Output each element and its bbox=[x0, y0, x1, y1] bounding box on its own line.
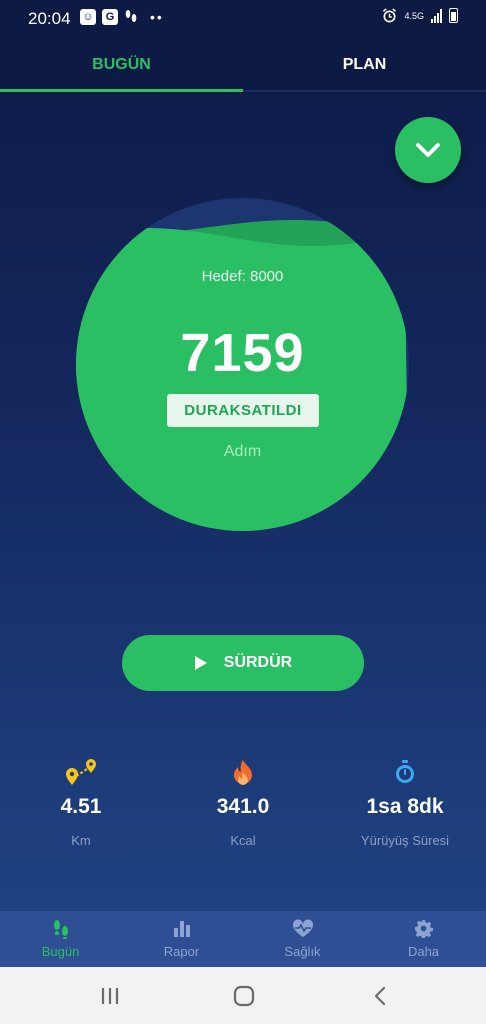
goal-label: Hedef: 8000 bbox=[201, 268, 284, 285]
nav-today-label: Bugün bbox=[41, 944, 80, 959]
paused-badge: DURAKSATILDI bbox=[167, 394, 319, 427]
fire-icon bbox=[234, 760, 252, 785]
expand-button[interactable] bbox=[395, 117, 461, 183]
footsteps-notification-icon bbox=[125, 10, 137, 22]
stopwatch-icon bbox=[396, 760, 414, 783]
nav-more[interactable]: Daha bbox=[363, 911, 484, 967]
status-bar: 20:04 ☺ G •• 4.5G bbox=[0, 0, 486, 36]
distance-value: 4.51 bbox=[60, 795, 102, 818]
step-progress-circle: Hedef: 8000 7159 DURAKSATILDI Adım bbox=[76, 198, 409, 531]
status-time: 20:04 bbox=[28, 9, 71, 28]
back-button[interactable] bbox=[340, 967, 420, 1024]
resume-button[interactable]: SÜRDÜR bbox=[122, 635, 364, 691]
cat-app-icon: ☺ bbox=[80, 9, 96, 25]
calories-value: 341.0 bbox=[216, 795, 270, 818]
network-type: 4.5G bbox=[404, 10, 424, 21]
more-notifications-icon: •• bbox=[150, 9, 164, 25]
nav-more-label: Daha bbox=[407, 944, 440, 959]
footsteps-icon bbox=[53, 920, 68, 939]
nav-health[interactable]: Sağlık bbox=[242, 911, 363, 967]
tab-divider bbox=[243, 90, 486, 92]
chevron-down-icon bbox=[416, 143, 440, 157]
system-navigation-bar bbox=[0, 967, 486, 1024]
top-tabs: BUGÜN PLAN bbox=[0, 36, 486, 94]
step-count: 7159 bbox=[180, 323, 305, 383]
walk-time-value: 1sa 8dk bbox=[366, 795, 444, 818]
tab-today[interactable]: BUGÜN bbox=[0, 36, 243, 94]
recent-apps-button[interactable] bbox=[70, 967, 150, 1024]
bottom-navigation: Bugün Rapor Sağlık Daha bbox=[0, 911, 486, 967]
stat-walk-time: 1sa 8dk Yürüyüş Süresi bbox=[324, 757, 486, 848]
resume-label: SÜRDÜR bbox=[223, 654, 293, 671]
nav-today[interactable]: Bugün bbox=[0, 911, 121, 967]
calories-label: Kcal bbox=[230, 833, 256, 848]
home-button[interactable] bbox=[204, 967, 284, 1024]
battery-icon bbox=[449, 8, 458, 23]
nav-report-label: Rapor bbox=[163, 944, 200, 959]
nav-report[interactable]: Rapor bbox=[121, 911, 242, 967]
home-icon bbox=[233, 985, 255, 1006]
tab-plan[interactable]: PLAN bbox=[243, 36, 486, 94]
recent-apps-icon bbox=[101, 987, 119, 1004]
heart-pulse-icon bbox=[292, 919, 313, 937]
stat-calories: 341.0 Kcal bbox=[162, 757, 324, 848]
gear-icon bbox=[414, 919, 433, 938]
back-icon bbox=[374, 986, 386, 1005]
signal-icon bbox=[431, 8, 442, 23]
bar-chart-icon bbox=[173, 921, 190, 937]
tab-indicator bbox=[0, 89, 243, 92]
nav-health-label: Sağlık bbox=[284, 944, 321, 959]
location-route-icon bbox=[66, 759, 96, 785]
step-unit-label: Adım bbox=[223, 443, 262, 460]
play-icon bbox=[194, 656, 207, 670]
notification-icons: ☺ G •• bbox=[80, 9, 164, 25]
system-status-icons: 4.5G bbox=[382, 8, 458, 23]
stat-distance: 4.51 Km bbox=[0, 757, 162, 848]
google-icon: G bbox=[102, 9, 118, 25]
walk-time-label: Yürüyüş Süresi bbox=[360, 833, 450, 848]
distance-label: Km bbox=[71, 833, 91, 848]
alarm-icon bbox=[383, 8, 397, 23]
